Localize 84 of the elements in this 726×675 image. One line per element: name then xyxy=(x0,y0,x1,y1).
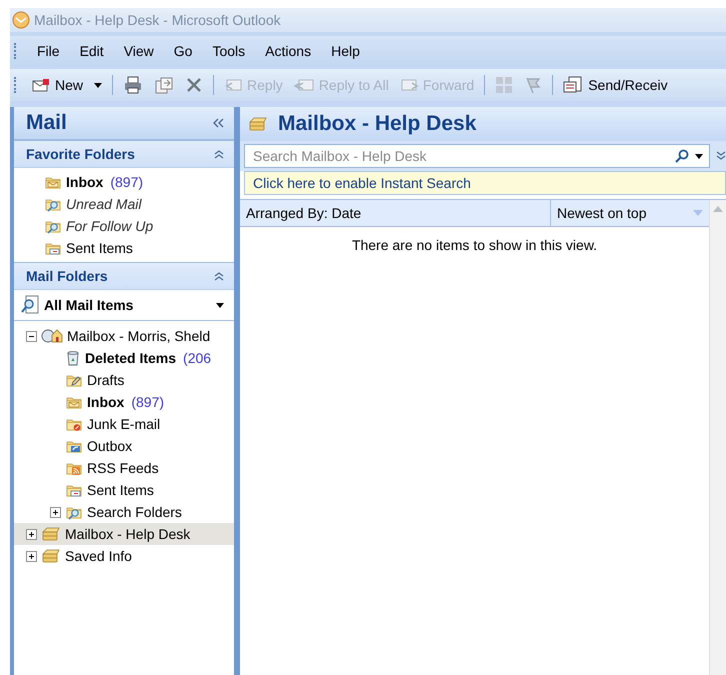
collapse-chevron-icon[interactable] xyxy=(214,149,224,159)
printer-icon xyxy=(123,76,144,94)
folder-tree-item[interactable]: Outbox xyxy=(14,435,234,457)
grid-icon xyxy=(495,76,514,94)
menu-item[interactable]: Actions xyxy=(257,41,320,61)
folder-tree-item[interactable]: Sent Items xyxy=(14,479,234,501)
folder-name: Sent Items xyxy=(66,240,133,256)
new-mail-icon xyxy=(32,77,52,93)
section-header[interactable]: Favorite Folders xyxy=(14,140,234,168)
arrange-by-label[interactable]: Arranged By: Date xyxy=(240,200,550,226)
section-title: Favorite Folders xyxy=(26,146,135,162)
folder-tree-item[interactable]: Saved Info xyxy=(14,545,234,567)
window-title: Mailbox - Help Desk - Microsoft Outlook xyxy=(34,12,281,28)
toolbar-button[interactable]: New xyxy=(28,75,106,95)
folder-name: For Follow Up xyxy=(66,218,154,234)
dropdown-caret-icon[interactable] xyxy=(216,302,224,308)
toolbar-button[interactable]: Send/Receiv xyxy=(559,74,672,96)
unread-count: (206 xyxy=(183,350,212,366)
nav-pane-title: Mail xyxy=(26,111,67,135)
folder-name: Sent Items xyxy=(87,482,154,498)
folder-tree-item[interactable]: Inbox (897) xyxy=(14,391,234,413)
reply-all-envelope-icon xyxy=(294,77,316,93)
folder-tree-item[interactable]: Junk E-mail xyxy=(14,413,234,435)
trash-can-icon xyxy=(65,350,81,366)
folder-name: RSS Feeds xyxy=(87,460,159,476)
forward-envelope-icon xyxy=(400,77,420,93)
folder-name: Mailbox - Help Desk xyxy=(65,526,190,542)
folder-name: Inbox xyxy=(87,394,124,410)
view-label: All Mail Items xyxy=(44,297,134,313)
folder-tree-item[interactable]: Drafts xyxy=(14,369,234,391)
house-mailbox-icon xyxy=(41,327,63,345)
outlook-logo-icon xyxy=(12,11,30,29)
folder-tree-item[interactable]: RSS Feeds xyxy=(14,457,234,479)
delete-x-icon xyxy=(185,76,204,94)
expand-plus-icon[interactable] xyxy=(26,528,37,540)
folder-title: Mailbox - Help Desk xyxy=(278,112,476,136)
folder-name: Mailbox - Morris, Sheld xyxy=(67,328,210,344)
expand-plus-icon[interactable] xyxy=(26,550,37,562)
section-title: Mail Folders xyxy=(26,268,108,284)
mailbox-store-icon xyxy=(248,116,268,132)
favorite-folder-item[interactable]: Inbox (897) xyxy=(44,171,234,193)
folder-name: Deleted Items xyxy=(85,350,176,366)
menu-item[interactable]: Edit xyxy=(72,41,112,61)
flag-icon xyxy=(524,76,542,94)
folder-tree-item[interactable]: Search Folders xyxy=(14,501,234,523)
menu-item[interactable]: Tools xyxy=(204,41,254,61)
scroll-bar[interactable] xyxy=(709,200,726,675)
folder-tree-item[interactable]: Deleted Items (206 xyxy=(14,347,234,369)
move-to-folder-icon xyxy=(154,76,174,94)
search-field[interactable]: Search Mailbox - Help Desk xyxy=(244,144,710,168)
folder-name: Search Folders xyxy=(87,504,182,520)
collapse-chevron-icon[interactable] xyxy=(212,118,224,128)
menu-item[interactable]: File xyxy=(29,41,68,61)
folder-name: Saved Info xyxy=(65,548,132,564)
reply-envelope-icon xyxy=(224,77,244,93)
folder-name: Inbox xyxy=(66,174,104,190)
favorite-folder-item[interactable]: Unread Mail xyxy=(44,193,234,215)
unread-count: (897) xyxy=(110,174,144,190)
favorite-folder-item[interactable]: Sent Items xyxy=(44,237,234,259)
search-options-caret-icon[interactable] xyxy=(695,154,703,158)
menu-item[interactable]: Help xyxy=(323,41,368,61)
mailbox-store-icon xyxy=(41,548,61,564)
folder-tree-item[interactable]: Mailbox - Morris, Sheld xyxy=(14,325,234,347)
info-bar[interactable]: Click here to enable Instant Search xyxy=(244,171,726,195)
mailbox-store-icon xyxy=(41,526,61,542)
section-header[interactable]: Mail Folders xyxy=(14,262,234,290)
menu-item[interactable]: Go xyxy=(166,41,200,61)
folder-name: Outbox xyxy=(87,438,132,454)
expand-plus-icon[interactable] xyxy=(50,506,61,518)
folder-name: Junk E-mail xyxy=(87,416,160,432)
search-icon[interactable] xyxy=(675,149,689,163)
search-document-icon xyxy=(20,295,40,315)
folder-tree-item[interactable]: Mailbox - Help Desk xyxy=(14,523,234,545)
favorite-folder-item[interactable]: For Follow Up xyxy=(44,215,234,237)
dropdown-caret-icon[interactable] xyxy=(94,82,102,88)
folder-name: Unread Mail xyxy=(66,196,142,212)
view-selector[interactable]: All Mail Items xyxy=(14,290,234,321)
unread-count: (897) xyxy=(131,394,164,410)
folder-name: Drafts xyxy=(87,372,124,388)
menu-item[interactable]: View xyxy=(116,41,162,61)
collapse-chevron-icon[interactable] xyxy=(214,271,224,281)
collapse-minus-icon[interactable] xyxy=(26,330,37,342)
expand-chevron-icon[interactable] xyxy=(716,151,726,161)
empty-message: There are no items to show in this view. xyxy=(350,236,598,253)
